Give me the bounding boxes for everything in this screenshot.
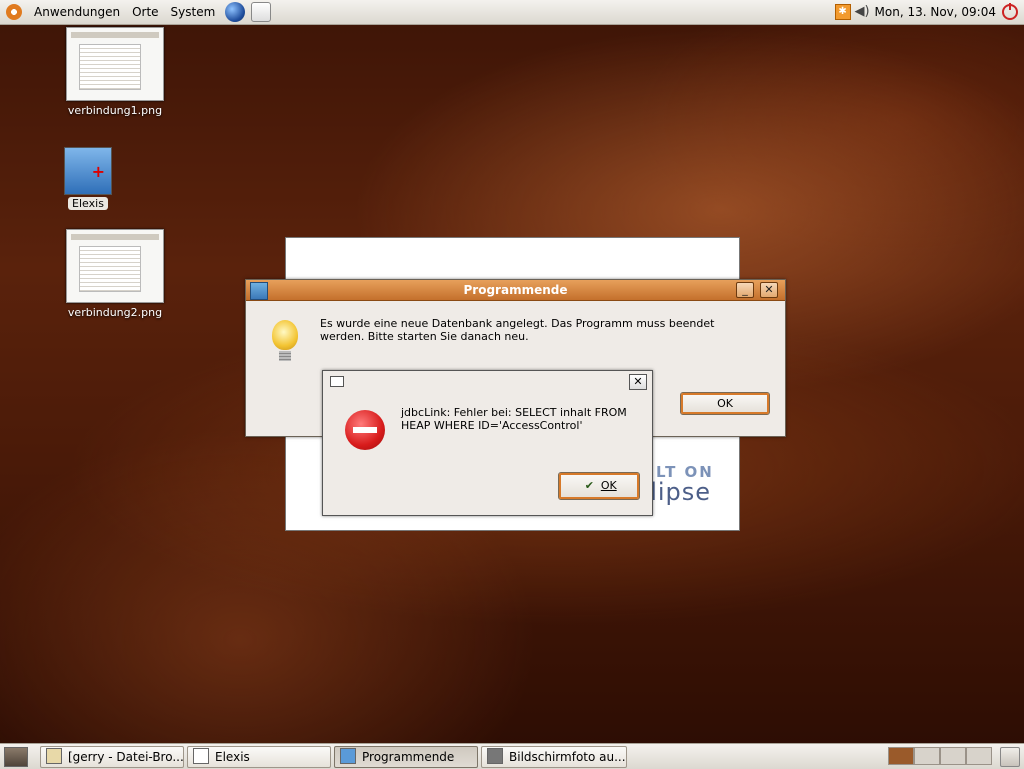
show-desktop-icon[interactable] (4, 747, 28, 767)
ok-button-label: OK (600, 479, 617, 492)
menu-system[interactable]: System (165, 0, 222, 24)
elexis-app-icon (64, 147, 112, 195)
dialog-error: ✕ jdbcLink: Fehler bei: SELECT inhalt FR… (322, 370, 653, 516)
window-title: Programmende (463, 283, 568, 297)
mail-icon[interactable] (251, 2, 272, 22)
ok-button[interactable]: OK (680, 392, 770, 415)
workspace-3[interactable] (940, 747, 966, 765)
taskbar-item-file-browser[interactable]: [gerry - Datei-Bro... (40, 746, 184, 768)
desktop-icon-label: verbindung2.png (67, 306, 163, 319)
volume-icon[interactable]: ◀) (855, 5, 871, 19)
taskbar-item-label: Elexis (215, 750, 250, 764)
camera-icon (487, 748, 503, 764)
power-icon[interactable] (1002, 3, 1018, 20)
trash-icon[interactable] (1000, 747, 1020, 767)
workspace-1[interactable] (888, 747, 914, 765)
menu-orte[interactable]: Orte (126, 0, 164, 24)
ubuntu-logo-icon[interactable] (6, 4, 22, 20)
ok-button[interactable]: ✔ OK (558, 472, 640, 500)
system-tray: ✱ ◀) Mon, 13. Nov, 09:04 (834, 0, 1024, 24)
web-browser-icon[interactable] (225, 2, 246, 22)
desktop-icon-verbindung1[interactable]: verbindung1.png (60, 27, 170, 117)
dialog-message: Es wurde eine neue Datenbank angelegt. D… (320, 317, 715, 343)
lightbulb-base (279, 351, 291, 361)
workspace-switcher (888, 747, 992, 765)
desktop-icon-label: verbindung1.png (67, 104, 163, 117)
taskbar-item-programmende[interactable]: Programmende (334, 746, 478, 768)
taskbar-item-elexis[interactable]: Elexis (187, 746, 331, 768)
lightbulb-icon (272, 320, 298, 350)
image-thumbnail-icon (66, 27, 164, 101)
top-panel: Anwendungen Orte System ✱ ◀) Mon, 13. No… (0, 0, 1024, 25)
taskbar-item-label: Programmende (362, 750, 455, 764)
update-notifier-icon[interactable]: ✱ (834, 4, 851, 20)
check-icon: ✔ (584, 479, 594, 492)
bottom-panel: [gerry - Datei-Bro... Elexis Programmend… (0, 743, 1024, 769)
workspace-4[interactable] (966, 747, 992, 765)
workspace-2[interactable] (914, 747, 940, 765)
menu-anwendungen[interactable]: Anwendungen (28, 0, 126, 24)
window-menu-icon[interactable] (330, 376, 344, 387)
window-icon (193, 748, 209, 764)
folder-icon (46, 748, 62, 764)
desktop-icon-verbindung2[interactable]: verbindung2.png (60, 229, 170, 319)
error-message: jdbcLink: Fehler bei: SELECT inhalt FROM… (401, 406, 627, 432)
taskbar-item-label: Bildschirmfoto au... (509, 750, 626, 764)
titlebar[interactable]: Programmende _ ✕ (246, 280, 785, 301)
titlebar[interactable]: ✕ (323, 371, 652, 390)
taskbar-item-screenshot[interactable]: Bildschirmfoto au... (481, 746, 627, 768)
close-button[interactable]: ✕ (760, 282, 778, 298)
close-button[interactable]: ✕ (629, 374, 647, 390)
minimize-button[interactable]: _ (736, 282, 754, 298)
error-stop-icon (345, 410, 385, 450)
clock[interactable]: Mon, 13. Nov, 09:04 (875, 5, 996, 19)
taskbar-item-label: [gerry - Datei-Bro... (68, 750, 184, 764)
image-thumbnail-icon (66, 229, 164, 303)
desktop-icon-elexis[interactable]: Elexis (60, 147, 116, 210)
desktop-icon-label: Elexis (68, 197, 108, 210)
app-window-icon (340, 748, 356, 764)
